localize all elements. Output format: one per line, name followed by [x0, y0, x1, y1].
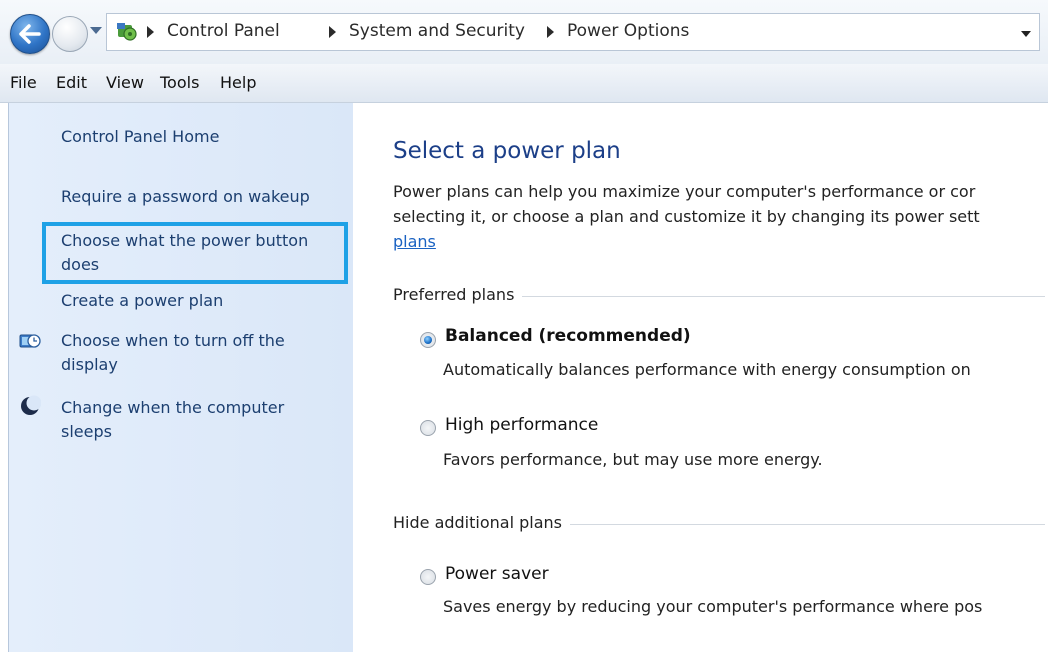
preferred-plans-label: Preferred plans [393, 285, 523, 304]
recent-pages-dropdown-icon[interactable] [90, 27, 102, 34]
breadcrumb-control-panel[interactable]: Control Panel [167, 21, 280, 41]
power-saver-plan-desc: Saves energy by reducing your computer's… [443, 597, 983, 616]
address-dropdown-icon[interactable] [1021, 31, 1031, 37]
menu-file[interactable]: File [10, 73, 37, 92]
highlight-annotation [42, 222, 348, 284]
control-panel-icon [117, 23, 137, 41]
balanced-radio[interactable] [420, 332, 436, 348]
control-panel-home-link[interactable]: Control Panel Home [61, 125, 219, 149]
power-saver-radio[interactable] [420, 569, 436, 585]
turn-off-display-link[interactable]: Choose when to turn off the display [61, 329, 285, 377]
menu-bar: File Edit View Tools Help [0, 64, 1048, 103]
address-field[interactable]: Control Panel System and Security Power … [106, 13, 1040, 51]
forward-button[interactable] [52, 16, 88, 52]
intro-text-line1: Power plans can help you maximize your c… [393, 182, 976, 201]
menu-edit[interactable]: Edit [56, 73, 87, 92]
turn-off-display-line2: display [61, 355, 118, 374]
computer-sleeps-link[interactable]: Change when the computer sleeps [61, 396, 284, 444]
intro-text-line2: selecting it, or choose a plan and custo… [393, 207, 980, 226]
high-performance-radio[interactable] [420, 420, 436, 436]
breadcrumb-system-and-security[interactable]: System and Security [349, 21, 525, 41]
task-pane: Control Panel Home Require a password on… [8, 103, 353, 652]
high-performance-plan-name[interactable]: High performance [445, 415, 598, 435]
menu-tools[interactable]: Tools [160, 73, 199, 92]
require-password-link[interactable]: Require a password on wakeup [61, 185, 310, 209]
hide-additional-plans-toggle[interactable]: Hide additional plans [393, 513, 570, 532]
breadcrumb-separator-icon[interactable] [147, 26, 154, 38]
page-title: Select a power plan [393, 138, 621, 164]
address-bar: Control Panel System and Security Power … [0, 0, 1048, 64]
balanced-plan-desc: Automatically balances performance with … [443, 360, 971, 379]
breadcrumb-separator-icon[interactable] [329, 26, 336, 38]
balanced-plan-name[interactable]: Balanced (recommended) [445, 326, 691, 346]
create-power-plan-link[interactable]: Create a power plan [61, 289, 223, 313]
back-button[interactable] [10, 14, 50, 54]
breadcrumb-separator-icon[interactable] [547, 26, 554, 38]
more-about-power-plans-link[interactable]: plans [393, 230, 436, 254]
menu-view[interactable]: View [106, 73, 144, 92]
computer-sleeps-line1: Change when the computer [61, 398, 285, 417]
menu-help[interactable]: Help [220, 73, 256, 92]
computer-sleeps-line2: sleeps [61, 422, 112, 441]
power-saver-plan-name[interactable]: Power saver [445, 564, 549, 584]
moon-icon [21, 395, 41, 415]
monitor-clock-icon [19, 334, 41, 348]
high-performance-plan-desc: Favors performance, but may use more ene… [443, 450, 823, 469]
back-arrow-icon [19, 24, 41, 44]
turn-off-display-line1: Choose when to turn off the [61, 331, 285, 350]
breadcrumb-power-options[interactable]: Power Options [567, 21, 689, 41]
